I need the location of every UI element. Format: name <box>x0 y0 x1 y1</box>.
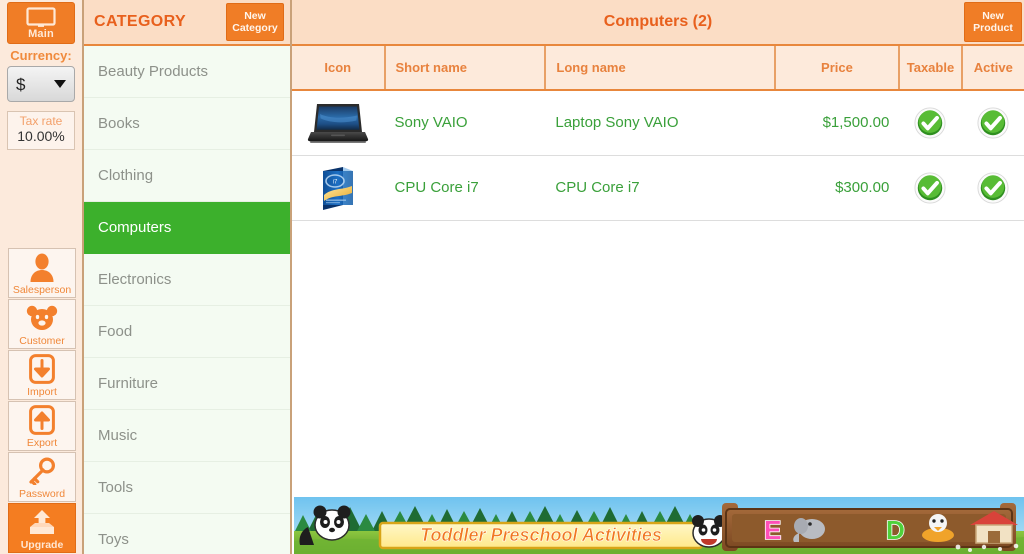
ad-banner[interactable]: Toddler Preschool Activities E D <box>294 497 1024 554</box>
new-product-line1: New <box>982 10 1004 22</box>
password-button[interactable]: Password <box>8 452 76 502</box>
product-header-title: Computers (2) <box>603 13 713 30</box>
product-active-cell[interactable] <box>961 90 1024 156</box>
product-active-cell[interactable] <box>961 155 1024 221</box>
import-button[interactable]: Import <box>8 350 76 400</box>
product-short-name: CPU Core i7 <box>384 155 546 221</box>
sign-letter-e: E <box>764 515 781 545</box>
new-category-line1: New <box>244 10 266 22</box>
new-product-line2: Product <box>973 22 1013 34</box>
upgrade-button[interactable]: Upgrade <box>8 503 76 553</box>
customer-label: Customer <box>19 335 65 347</box>
product-table: Icon Short name Long name Price Taxable … <box>292 46 1024 221</box>
product-panel: Computers (2) New Product Icon Short nam… <box>292 0 1024 554</box>
app-root: Main Currency: $ Tax rate 10.00% Salespe… <box>0 0 1024 554</box>
column-header-long-name[interactable]: Long name <box>545 46 776 91</box>
column-header-icon[interactable]: Icon <box>292 46 386 91</box>
tool-sidebar: Main Currency: $ Tax rate 10.00% Salespe… <box>0 0 84 554</box>
category-item-clothing[interactable]: Clothing <box>84 150 290 202</box>
category-header-title: CATEGORY <box>94 13 187 30</box>
category-item-label: Food <box>98 323 133 340</box>
column-header-short-name[interactable]: Short name <box>384 46 547 91</box>
monitor-icon <box>26 6 56 28</box>
product-header: Computers (2) New Product <box>292 0 1024 46</box>
tax-rate-label: Tax rate <box>19 114 63 128</box>
product-short-name: Sony VAIO <box>384 90 546 156</box>
column-header-price[interactable]: Price <box>774 46 901 91</box>
category-item-toys[interactable]: Toys <box>84 514 290 554</box>
letter-sign: E D <box>722 503 1016 551</box>
tool-button-stack: Salesperson Customer Import Export Passw… <box>8 248 76 554</box>
export-label: Export <box>26 437 58 449</box>
currency-label: Currency: <box>10 48 72 63</box>
main-button[interactable]: Main <box>7 2 75 44</box>
category-item-music[interactable]: Music <box>84 410 290 462</box>
new-product-button[interactable]: New Product <box>964 2 1022 42</box>
product-taxable-cell[interactable] <box>899 90 962 156</box>
category-panel: CATEGORY New Category Beauty Products Bo… <box>84 0 292 554</box>
bear-face-icon <box>26 300 58 335</box>
upgrade-label: Upgrade <box>20 539 64 551</box>
salesperson-label: Salesperson <box>12 284 72 296</box>
customer-button[interactable]: Customer <box>8 299 76 349</box>
panda-icon <box>692 515 726 548</box>
category-item-electronics[interactable]: Electronics <box>84 254 290 306</box>
category-item-label: Electronics <box>98 271 172 288</box>
product-price: $1,500.00 <box>774 90 900 156</box>
export-arrow-up-icon <box>29 402 55 437</box>
category-item-label: Furniture <box>98 375 159 392</box>
svg-text:i7: i7 <box>333 179 338 185</box>
check-green-icon[interactable] <box>977 107 1009 139</box>
main-button-label: Main <box>28 27 54 40</box>
category-item-label: Tools <box>98 479 134 496</box>
currency-select[interactable]: $ <box>7 66 75 102</box>
table-row[interactable]: i7 CPU Core i7 CPU Core i7 $300.00 <box>292 155 1024 221</box>
category-item-label: Beauty Products <box>98 63 209 80</box>
column-header-active[interactable]: Active <box>961 46 1024 91</box>
product-taxable-cell[interactable] <box>899 155 962 221</box>
column-header-taxable[interactable]: Taxable <box>899 46 963 91</box>
category-item-label: Toys <box>98 531 129 548</box>
category-item-label: Books <box>98 115 140 132</box>
upgrade-arrow-up-box-icon <box>27 504 57 539</box>
import-arrow-down-icon <box>29 351 55 386</box>
product-long-name: Laptop Sony VAIO <box>545 90 775 156</box>
category-item-books[interactable]: Books <box>84 98 290 150</box>
category-item-label: Clothing <box>98 167 154 184</box>
export-button[interactable]: Export <box>8 401 76 451</box>
chevron-down-icon <box>54 80 66 88</box>
category-item-tools[interactable]: Tools <box>84 462 290 514</box>
product-icon-cell <box>292 90 385 156</box>
check-green-icon[interactable] <box>914 171 946 204</box>
category-item-food[interactable]: Food <box>84 306 290 358</box>
cpu-box-thumbnail: i7 <box>296 165 381 211</box>
check-green-icon[interactable] <box>977 171 1009 204</box>
category-item-furniture[interactable]: Furniture <box>84 358 290 410</box>
laptop-thumbnail <box>296 100 381 146</box>
password-label: Password <box>18 488 66 500</box>
product-icon-cell: i7 <box>292 155 385 221</box>
category-item-label: Music <box>98 427 138 444</box>
tax-rate-value: 10.00% <box>17 128 65 144</box>
category-list[interactable]: Beauty Products Books Clothing Computers… <box>84 46 290 554</box>
new-category-button[interactable]: New Category <box>226 3 284 41</box>
currency-value: $ <box>16 74 26 94</box>
category-header: CATEGORY New Category <box>84 0 290 46</box>
tax-rate-box[interactable]: Tax rate 10.00% <box>7 111 75 150</box>
banner-title: Toddler Preschool Activities <box>420 525 662 545</box>
product-table-header-row: Icon Short name Long name Price Taxable … <box>292 46 1024 91</box>
category-item-beauty-products[interactable]: Beauty Products <box>84 46 290 98</box>
table-row[interactable]: Sony VAIO Laptop Sony VAIO $1,500.00 <box>292 90 1024 156</box>
product-price: $300.00 <box>774 155 900 221</box>
category-item-label: Computers <box>98 219 172 236</box>
check-green-icon[interactable] <box>914 107 946 139</box>
category-item-computers[interactable]: Computers <box>84 202 290 254</box>
salesperson-button[interactable]: Salesperson <box>8 248 76 298</box>
sign-letter-d: D <box>886 515 905 545</box>
new-category-line2: Category <box>232 22 278 34</box>
key-icon <box>27 453 57 488</box>
import-label: Import <box>27 386 57 398</box>
product-long-name: CPU Core i7 <box>545 155 775 221</box>
person-icon <box>27 249 57 284</box>
